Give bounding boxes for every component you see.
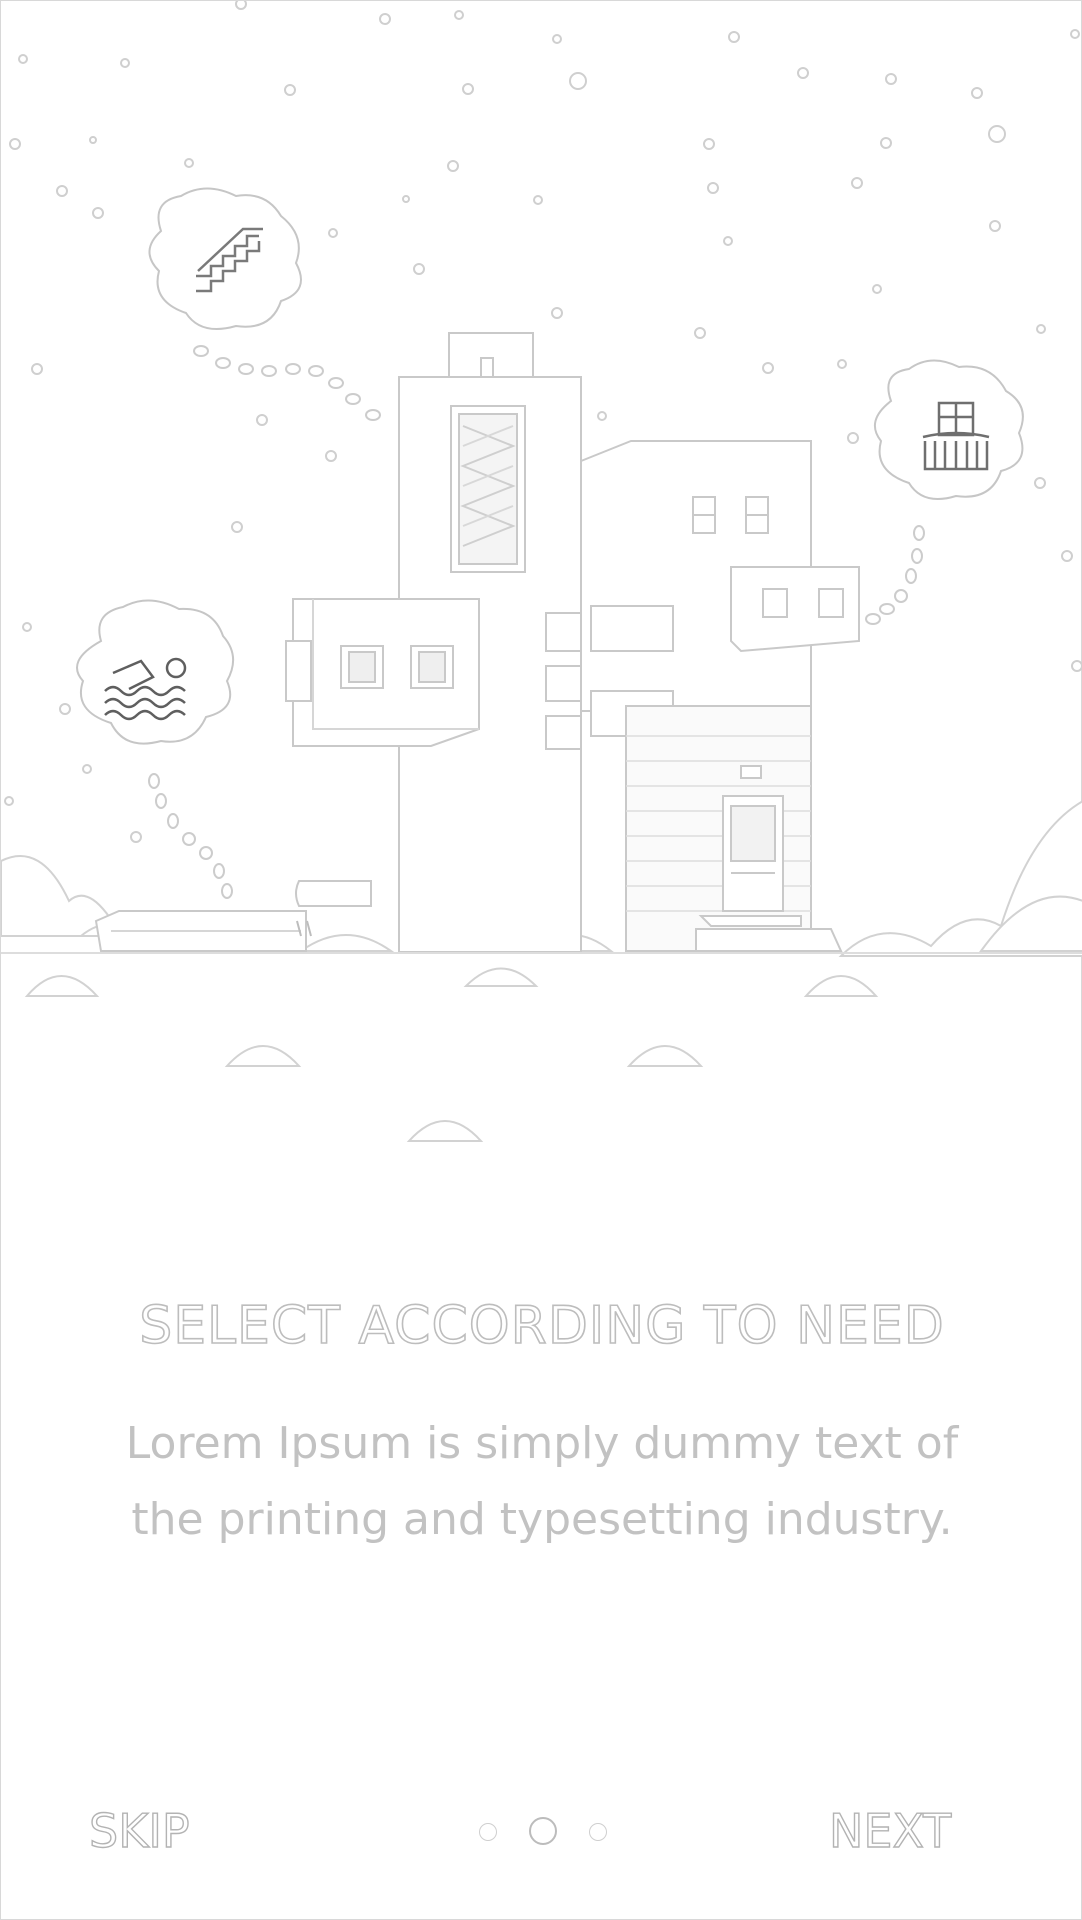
onboarding-description: Lorem Ipsum is simply dummy text of the …	[125, 1418, 959, 1545]
onboarding-title: SELECT ACCORDING TO NEED	[138, 1295, 945, 1357]
house-illustration	[1, 1, 1082, 1142]
onboarding-footer: SKIP NEXT	[1, 1791, 1082, 1871]
house-left-box	[285, 598, 480, 747]
skip-button[interactable]: SKIP	[88, 1791, 190, 1871]
page-dot-2-active[interactable]	[529, 1817, 557, 1845]
next-button[interactable]: NEXT	[828, 1791, 952, 1871]
page-dot-3[interactable]	[589, 1823, 607, 1841]
balcony-bubble	[873, 359, 1024, 500]
page-indicator	[479, 1817, 609, 1845]
onboarding-screen: SELECT ACCORDING TO NEED Lorem Ipsum is …	[0, 0, 1082, 1920]
swimming-bubble	[76, 599, 234, 745]
page-dot-1[interactable]	[479, 1823, 497, 1841]
house-right-building	[580, 440, 860, 952]
stairs-bubble	[148, 187, 302, 330]
